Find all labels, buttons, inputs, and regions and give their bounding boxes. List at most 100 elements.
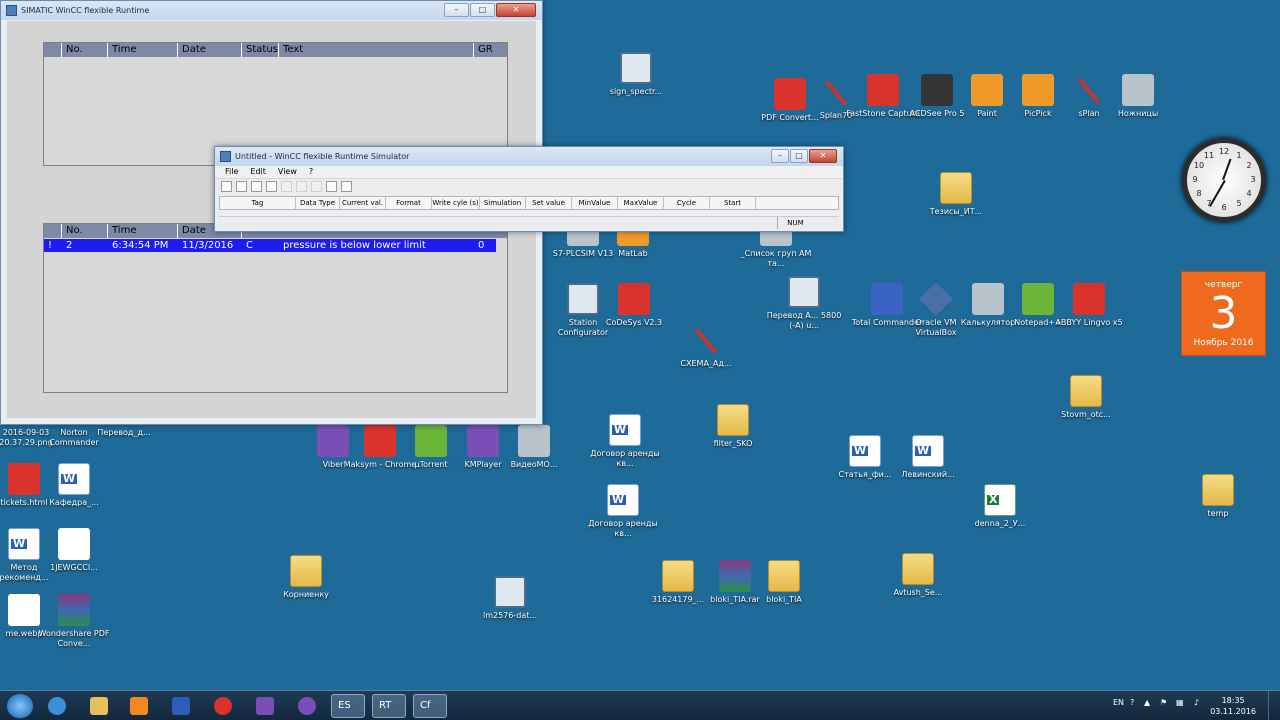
taskbar-wincc-cf[interactable]: Cf <box>413 694 447 718</box>
col-max-value[interactable]: MaxValue <box>618 197 664 209</box>
taskbar-kmplayer[interactable] <box>248 694 282 718</box>
alarm-row-selected[interactable]: ! 2 6:34:54 PM 11/3/2016 C pressure is b… <box>44 239 496 252</box>
col-simulation[interactable]: Simulation <box>480 197 526 209</box>
desktop-icon-abbyy[interactable]: ABBYY Lingvo x5 <box>1051 283 1127 328</box>
desktop-icon-levinsky[interactable]: Левинский... <box>890 435 966 480</box>
col-time[interactable]: Time <box>108 224 178 238</box>
col-current-val[interactable]: Current val. <box>340 197 386 209</box>
alarm-view-lower[interactable]: No. Time Date ! 2 6:34:54 PM 11/3/2016 C… <box>43 223 508 393</box>
calendar-gadget[interactable]: четверг 3 Ноябрь 2016 <box>1181 271 1266 356</box>
alarm-flag: ! <box>48 240 53 251</box>
taskbar-wincc-rt[interactable]: RT <box>372 694 406 718</box>
menu-help[interactable]: ? <box>309 166 313 178</box>
taskbar-explorer[interactable] <box>82 694 116 718</box>
runtime-simulator-window[interactable]: Untitled - WinCC flexible Runtime Simula… <box>214 146 844 232</box>
desktop-icon-skhema[interactable]: СХЕМА_Ад... <box>668 324 744 369</box>
copy-icon[interactable] <box>296 181 307 192</box>
file-icon <box>494 576 526 608</box>
minimize-button[interactable]: – <box>444 3 469 17</box>
col-no[interactable]: No. <box>62 224 108 238</box>
paste-icon[interactable] <box>311 181 322 192</box>
col-data-type[interactable]: Data Type <box>296 197 340 209</box>
tray-flag-icon[interactable]: ⚑ <box>1160 698 1167 707</box>
desktop-icon-lm2576[interactable]: lm2576-dat... <box>472 576 548 621</box>
stop-icon[interactable] <box>221 181 232 192</box>
alarm-no: 2 <box>66 240 73 251</box>
simulator-titlebar[interactable]: Untitled - WinCC flexible Runtime Simula… <box>215 147 843 166</box>
desktop-icon-dogovor-1[interactable]: Договор аренды кв... <box>587 414 663 469</box>
col-gr[interactable]: GR <box>474 43 507 57</box>
desktop-icon-codesys[interactable]: CoDeSys V2.3 <box>596 283 672 328</box>
menu-file[interactable]: File <box>225 166 238 178</box>
desktop-icon-1jewgcci[interactable]: 1JEWGCCI... <box>36 528 112 573</box>
open-folder-icon[interactable] <box>251 181 262 192</box>
menu-edit[interactable]: Edit <box>250 166 266 178</box>
col-format[interactable]: Format <box>386 197 432 209</box>
utorrent-icon <box>415 425 447 457</box>
desktop-icon-avtush[interactable]: Avtush_Se... <box>880 553 956 598</box>
col-write-cycle[interactable]: Write cyle (s) <box>432 197 480 209</box>
close-button[interactable]: ✕ <box>809 149 837 163</box>
maximize-button[interactable]: □ <box>790 149 808 163</box>
tray-network-icon[interactable]: ▦ <box>1176 698 1184 707</box>
taskbar-viber[interactable] <box>290 694 324 718</box>
viber-icon <box>298 697 316 715</box>
desktop-icon-wondershare[interactable]: Wondershare PDF Conve... <box>36 594 112 649</box>
desktop-icon-snipping[interactable]: Ножницы <box>1100 74 1176 119</box>
desktop-icon-filter-sko[interactable]: filter_SKO <box>695 404 771 449</box>
taskbar-chrome[interactable] <box>206 694 240 718</box>
new-file-icon[interactable] <box>236 181 247 192</box>
tray-help-icon[interactable]: ? <box>1130 698 1134 707</box>
col-cycle[interactable]: Cycle <box>664 197 710 209</box>
desktop-icon-perevod-a[interactable]: Перевод А... 5800 (-А) u... <box>766 276 842 331</box>
alarm-text: pressure is below lower limit <box>283 240 426 251</box>
desktop-icon-bloki[interactable]: bloki_TIA <box>746 560 822 605</box>
tray-clock[interactable]: 18:35 03.11.2016 <box>1210 695 1256 717</box>
desktop-icon-videomo[interactable]: ВидеоМО... <box>496 425 572 470</box>
print-icon[interactable] <box>326 181 337 192</box>
desktop-icon-label: Тезисы_ИТ... <box>929 207 983 216</box>
help-icon[interactable] <box>341 181 352 192</box>
desktop-icon-kornienku[interactable]: Корниенку <box>268 555 344 600</box>
desktop-icon-tezisy[interactable]: Тезисы_ИТ... <box>918 172 994 217</box>
clock-number: 11 <box>1203 151 1215 160</box>
taskbar-media-player[interactable] <box>122 694 156 718</box>
col-time[interactable]: Time <box>108 43 178 57</box>
clock-gadget[interactable]: 12 1 2 3 4 5 6 7 8 9 10 11 <box>1182 138 1266 222</box>
col-set-value[interactable]: Set value <box>526 197 572 209</box>
col-start[interactable]: Start <box>710 197 756 209</box>
desktop-icon-temp[interactable]: temp <box>1180 474 1256 519</box>
col-status[interactable]: Status <box>242 43 279 57</box>
col-text[interactable]: Text <box>279 43 474 57</box>
col-no[interactable]: No. <box>62 43 108 57</box>
col-min-value[interactable]: MinValue <box>572 197 618 209</box>
save-icon[interactable] <box>266 181 277 192</box>
menu-view[interactable]: View <box>278 166 297 178</box>
close-button[interactable]: ✕ <box>496 3 536 17</box>
minimize-button[interactable]: – <box>771 149 789 163</box>
tray-volume-icon[interactable]: ♪ <box>1194 698 1199 707</box>
word-doc-icon <box>849 435 881 467</box>
desktop-icon-dogovor-2[interactable]: Договор аренды кв... <box>585 484 661 539</box>
desktop-icon-stovm[interactable]: Stovm_otc... <box>1048 375 1124 420</box>
cut-icon[interactable] <box>281 181 292 192</box>
simatic-titlebar[interactable]: SIMATIC WinCC flexible Runtime – □ ✕ <box>1 1 542 20</box>
taskbar-ie[interactable] <box>40 694 74 718</box>
desktop-icon-denna[interactable]: denna_2_У... <box>962 484 1038 529</box>
desktop-icon-kafedra[interactable]: Кафедра_... <box>36 463 112 508</box>
col-flag <box>44 224 62 238</box>
desktop-icon-sign-spectr[interactable]: sign_spectr... <box>598 52 674 97</box>
desktop-icon-label: µTorrent <box>414 460 448 469</box>
taskbar-word[interactable] <box>164 694 198 718</box>
taskbar-wincc-es[interactable]: ES <box>331 694 365 718</box>
excel-doc-icon <box>984 484 1016 516</box>
language-indicator[interactable]: EN <box>1113 698 1124 707</box>
show-desktop-button[interactable] <box>1268 691 1280 720</box>
start-button[interactable] <box>6 693 34 719</box>
col-date[interactable]: Date <box>178 43 242 57</box>
desktop-icon-perevod-d[interactable]: Перевод_д... <box>86 428 162 438</box>
maximize-button[interactable]: □ <box>470 3 495 17</box>
col-tag[interactable]: Tag <box>220 197 296 209</box>
tray-expand-icon[interactable]: ▲ <box>1144 698 1150 707</box>
book-icon <box>1073 283 1105 315</box>
